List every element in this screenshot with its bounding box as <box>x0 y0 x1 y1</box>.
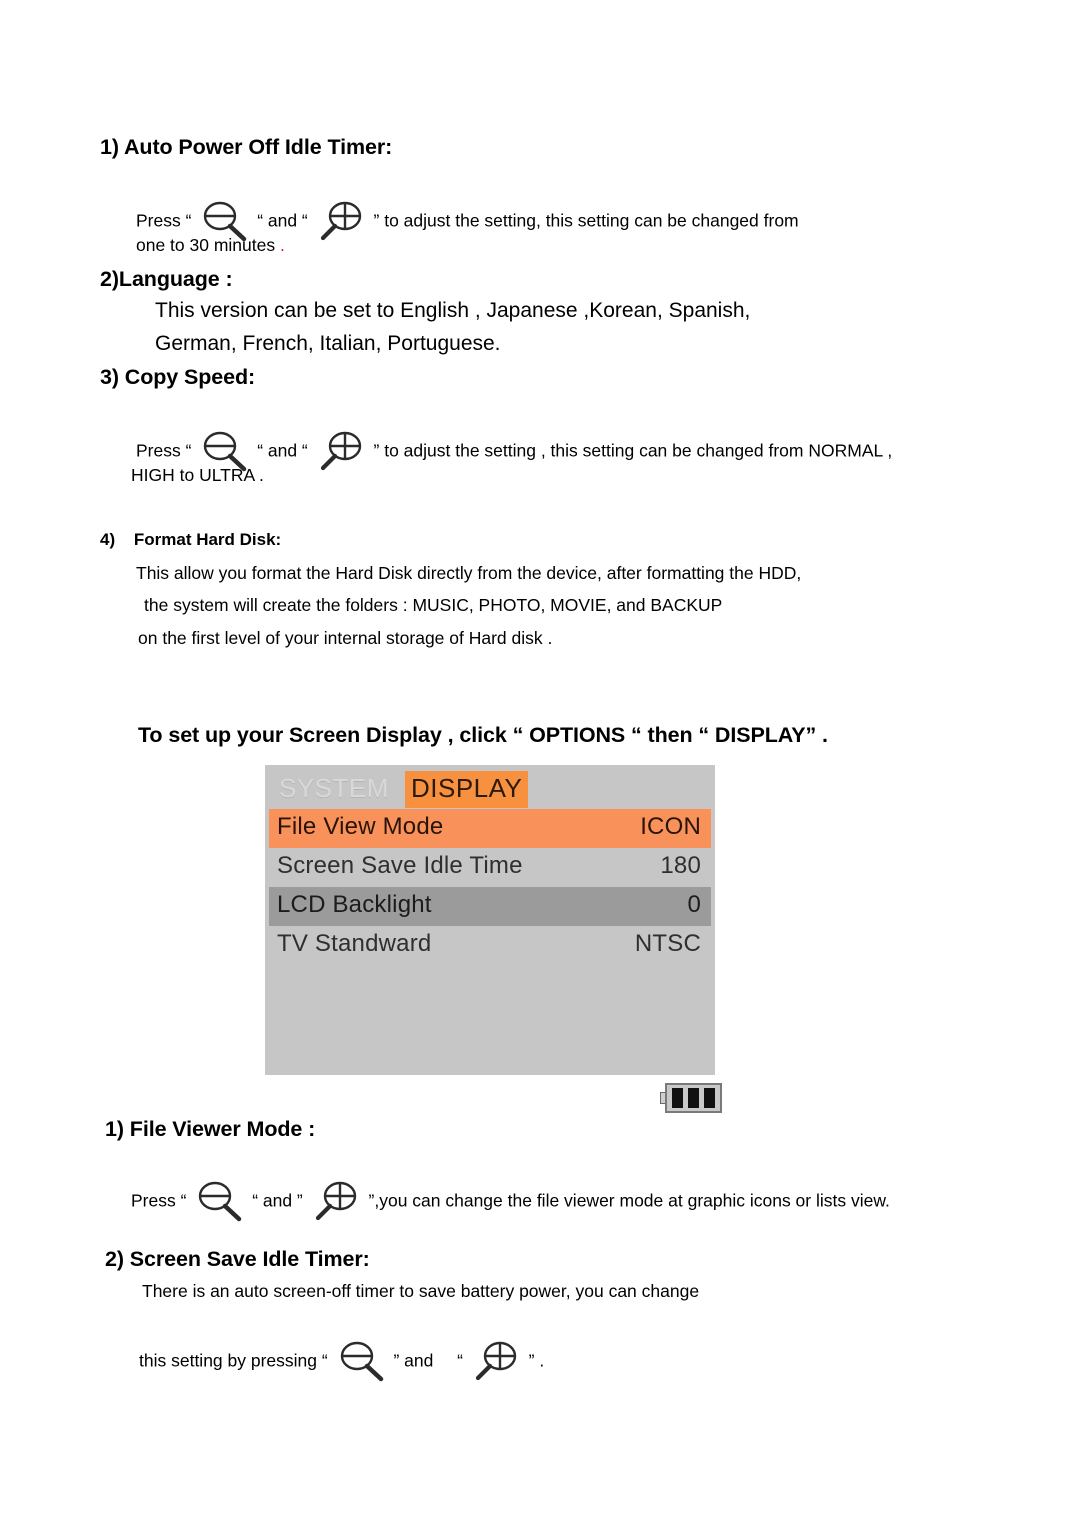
format-hard-disk-title: Format Hard Disk: <box>133 530 282 549</box>
copy-speed-line1-post: ” to adjust the setting , this setting c… <box>373 440 893 461</box>
heading-auto-power-off: 1) Auto Power Off Idle Timer: <box>100 135 393 159</box>
format-hard-disk-line1: This allow you format the Hard Disk dire… <box>136 563 802 583</box>
screen-save-line2-pre: this setting by pressing “ <box>139 1350 328 1371</box>
battery-icon <box>660 1083 722 1113</box>
magnifier-plus-icon <box>313 430 369 474</box>
format-hard-disk-number: 4) <box>100 530 116 549</box>
screen-save-idle-timer-line2: this setting by pressing “ ” and “ ” . <box>139 1340 544 1384</box>
magnifier-minus-icon <box>191 1180 247 1224</box>
file-viewer-mode-line1-post: ”,you can change the file viewer mode at… <box>368 1190 890 1211</box>
device-menu-label: TV Standward <box>277 930 432 957</box>
magnifier-minus-icon <box>333 1340 389 1384</box>
device-menu-row-file-view-mode[interactable]: File View Mode ICON <box>269 809 711 848</box>
device-menu-row-screen-save-idle-time[interactable]: Screen Save Idle Time 180 <box>269 848 711 887</box>
auto-power-off-line2: one to 30 minutes . <box>136 235 285 256</box>
device-screen-mock: SYSTEM DISPLAY File View Mode ICON Scree… <box>265 765 715 1075</box>
format-hard-disk-line3: on the first level of your internal stor… <box>138 628 553 648</box>
device-menu-label: Screen Save Idle Time <box>277 852 523 879</box>
magnifier-plus-icon <box>308 1180 364 1224</box>
heading-copy-speed: 3) Copy Speed: <box>100 365 256 389</box>
device-menu-row-tv-standward[interactable]: TV Standward NTSC <box>269 926 711 965</box>
file-viewer-mode-line1: Press “ “ and ” ”,you can change the fil… <box>131 1180 890 1224</box>
file-viewer-mode-line1-mid: “ and ” <box>252 1190 303 1211</box>
device-menu-value: 0 <box>687 891 701 918</box>
device-menu-value: 180 <box>660 852 701 879</box>
battery-bar <box>672 1088 683 1108</box>
heading-file-viewer-mode: 1) File Viewer Mode : <box>105 1117 316 1141</box>
language-line1: This version can be set to English , Jap… <box>155 299 751 322</box>
screen-save-line2-mid: ” and <box>393 1350 434 1371</box>
language-line2: German, French, Italian, Portuguese. <box>155 332 501 355</box>
device-menu-value: NTSC <box>634 930 701 957</box>
format-hard-disk-line2: the system will create the folders : MUS… <box>144 595 723 615</box>
screen-save-line2-mid2: “ <box>457 1350 463 1371</box>
heading-language: 2)Language : <box>100 267 233 291</box>
device-menu-row-lcd-backlight[interactable]: LCD Backlight 0 <box>269 887 711 926</box>
auto-power-off-line1-post: ” to adjust the setting, this setting ca… <box>373 210 799 231</box>
device-screen-tabbar: SYSTEM DISPLAY <box>265 765 715 809</box>
screen-save-idle-timer-line1: There is an auto screen-off timer to sav… <box>142 1281 700 1301</box>
file-viewer-mode-line1-pre: Press “ <box>131 1190 187 1211</box>
device-tab-system[interactable]: SYSTEM <box>273 771 395 808</box>
magnifier-plus-icon <box>313 200 369 244</box>
battery-bar <box>704 1088 715 1108</box>
battery-bar <box>688 1088 699 1108</box>
battery-shell <box>665 1083 722 1113</box>
auto-power-off-line2-period: . <box>280 235 285 255</box>
auto-power-off-line2-text: one to 30 minutes <box>136 235 276 255</box>
document-page: 1) Auto Power Off Idle Timer: Press “ “ … <box>0 0 1080 1528</box>
device-menu-label: File View Mode <box>277 813 444 840</box>
display-setup-intro: To set up your Screen Display , click “ … <box>138 723 828 747</box>
auto-power-off-line1-pre: Press “ <box>136 210 192 231</box>
magnifier-plus-icon <box>468 1340 524 1384</box>
heading-format-hard-disk: 4) Format Hard Disk: <box>100 530 281 550</box>
screen-save-line2-post: ” . <box>528 1350 545 1371</box>
device-menu-value: ICON <box>640 813 701 840</box>
copy-speed-line2: HIGH to ULTRA . <box>131 465 264 485</box>
copy-speed-line1-pre: Press “ <box>136 440 192 461</box>
device-menu-label: LCD Backlight <box>277 891 432 918</box>
device-tab-display[interactable]: DISPLAY <box>405 771 529 808</box>
heading-screen-save-idle-timer: 2) Screen Save Idle Timer: <box>105 1247 370 1271</box>
copy-speed-line1-mid: “ and “ <box>257 440 308 461</box>
auto-power-off-line1-mid: “ and “ <box>257 210 308 231</box>
